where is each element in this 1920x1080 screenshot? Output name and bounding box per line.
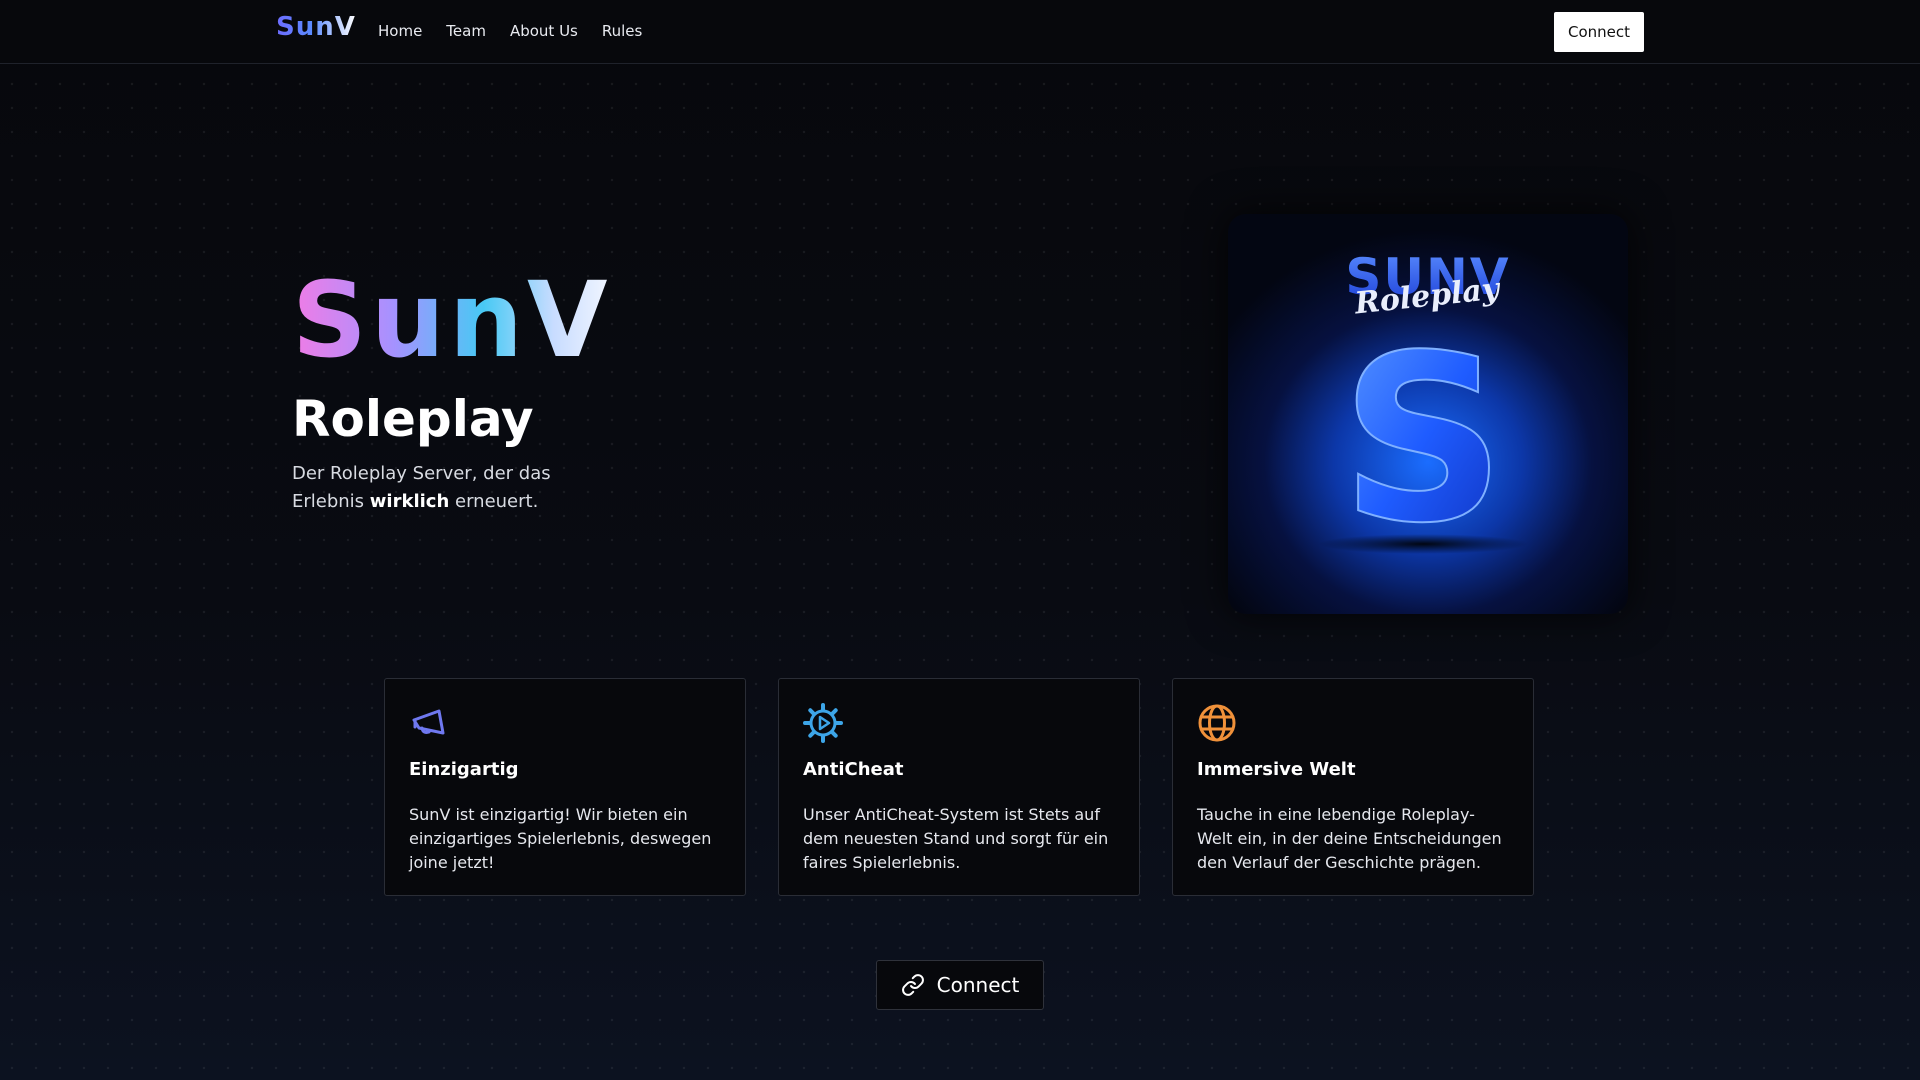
nav-links: Home Team About Us Rules [378,22,642,40]
navbar: SunV Home Team About Us Rules Connect [0,0,1920,64]
link-icon [901,974,924,996]
hero-subtitle: Roleplay [292,390,534,448]
connect-button-label: Connect [936,973,1020,997]
server-logo-image: SUNV Roleplay S [1228,214,1628,614]
nav-connect-button[interactable]: Connect [1554,12,1644,52]
feature-title: Einzigartig [409,759,519,780]
hero-title: SunV [292,259,612,381]
feature-card-einzigartig: Einzigartig SunV ist einzigartig! Wir bi… [384,678,746,896]
nav-link-rules[interactable]: Rules [602,22,642,40]
hero-tagline: Der Roleplay Server, der das Erlebnis wi… [292,460,592,516]
server-logo-artwork: SUNV Roleplay S [1318,248,1528,575]
connect-button[interactable]: Connect [876,960,1044,1010]
gear-play-icon [803,703,843,743]
megaphone-icon [412,709,445,735]
feature-description: Tauche in eine lebendige Roleplay-Welt e… [1197,805,1502,872]
nav-link-about-us[interactable]: About Us [510,22,578,40]
feature-card-immersive-welt: Immersive Welt Tauche in eine lebendige … [1172,678,1534,896]
brand-logo[interactable]: SunV [276,12,356,42]
feature-title: Immersive Welt [1197,759,1356,780]
hero-tagline-end: erneuert. [449,491,539,512]
feature-description: SunV ist einzigartig! Wir bieten ein ein… [409,805,712,872]
hero-tagline-emphasis: wirklich [369,491,450,512]
globe-icon [1198,704,1236,742]
logo-monogram: S [1340,307,1506,574]
nav-link-team[interactable]: Team [446,22,486,40]
feature-description: Unser AntiCheat-System ist Stets auf dem… [803,805,1109,872]
nav-link-home[interactable]: Home [378,22,422,40]
feature-cards: Einzigartig SunV ist einzigartig! Wir bi… [384,678,1534,896]
feature-card-anticheat: AntiCheat Unser AntiCheat-System ist Ste… [778,678,1140,896]
feature-title: AntiCheat [803,759,904,780]
